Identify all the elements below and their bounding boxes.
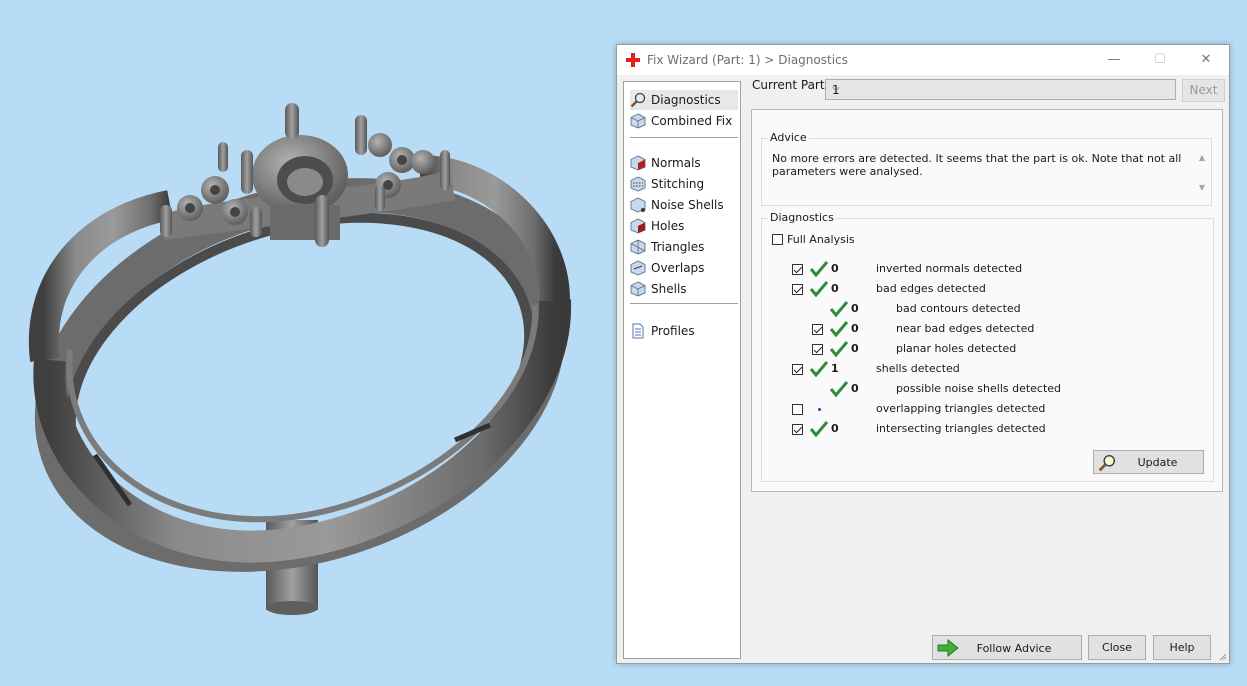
near-bad-edges-checkbox[interactable] xyxy=(812,324,823,335)
nav-item-label: Noise Shells xyxy=(651,198,724,212)
advice-text: No more errors are detected. It seems th… xyxy=(772,152,1182,178)
nav-item-profiles[interactable]: Profiles xyxy=(630,321,738,341)
nav-divider xyxy=(630,137,738,138)
app-cross-icon xyxy=(626,53,640,67)
update-button[interactable]: Update xyxy=(1093,450,1204,474)
inverted-normals-checkbox[interactable] xyxy=(792,264,803,275)
update-label: Update xyxy=(1137,456,1178,469)
row-count: 0 xyxy=(851,342,859,355)
close-button[interactable]: Close xyxy=(1088,635,1146,660)
current-part-select[interactable]: 1 ⌵ xyxy=(825,79,1176,100)
row-label: bad contours detected xyxy=(896,302,1021,315)
nav-item-triangles[interactable]: Triangles xyxy=(630,237,738,257)
dialog-title: Fix Wizard (Part: 1) > Diagnostics xyxy=(647,53,848,67)
row-count: 0 xyxy=(851,302,859,315)
follow-advice-button[interactable]: Follow Advice xyxy=(932,635,1082,660)
magnifier-icon xyxy=(630,92,646,108)
intersecting-triangles-checkbox[interactable] xyxy=(792,424,803,435)
advice-group: Advice No more errors are detected. It s… xyxy=(761,131,1212,206)
row-label: near bad edges detected xyxy=(896,322,1035,335)
title-bar[interactable]: Fix Wizard (Part: 1) > Diagnostics — ☐ ✕ xyxy=(617,45,1229,75)
nav-item-label: Overlaps xyxy=(651,261,705,275)
shells-checkbox[interactable] xyxy=(792,364,803,375)
row-label: possible noise shells detected xyxy=(896,382,1062,395)
nav-item-label: Normals xyxy=(651,156,701,170)
maximize-button[interactable]: ☐ xyxy=(1137,45,1183,75)
stitching-cube-icon xyxy=(630,176,646,192)
row-count: 0 xyxy=(831,282,839,295)
nav-item-normals[interactable]: Normals xyxy=(630,153,738,173)
scroll-down-icon[interactable]: ▼ xyxy=(1199,183,1205,192)
ok-check-icon xyxy=(830,301,848,317)
not-analysed-dot-icon xyxy=(818,408,821,411)
row-label: overlapping triangles detected xyxy=(876,402,1046,415)
row-label: shells detected xyxy=(876,362,960,375)
row-count: 1 xyxy=(831,362,839,375)
full-analysis-label: Full Analysis xyxy=(787,233,855,246)
ok-check-icon xyxy=(810,261,828,277)
current-part-label: Current Part: xyxy=(752,78,829,92)
full-analysis-checkbox[interactable] xyxy=(772,234,783,245)
nav-item-shells[interactable]: Shells xyxy=(630,279,738,299)
next-button[interactable]: Next xyxy=(1182,79,1225,102)
fix-wizard-dialog: Fix Wizard (Part: 1) > Diagnostics — ☐ ✕… xyxy=(616,44,1230,664)
scroll-up-icon[interactable]: ▲ xyxy=(1199,153,1205,162)
wizard-nav: Diagnostics Combined Fix Normals Stitchi… xyxy=(623,81,741,659)
planar-holes-checkbox[interactable] xyxy=(812,344,823,355)
diagnostics-group-title: Diagnostics xyxy=(768,211,836,224)
3d-viewport[interactable] xyxy=(0,0,610,683)
help-button[interactable]: Help xyxy=(1153,635,1211,660)
row-count: 0 xyxy=(851,382,859,395)
ok-check-icon xyxy=(830,341,848,357)
nav-divider xyxy=(630,303,738,304)
bad-edges-checkbox[interactable] xyxy=(792,284,803,295)
holes-cube-icon xyxy=(630,218,646,234)
nav-item-label: Stitching xyxy=(651,177,705,191)
follow-advice-label: Follow Advice xyxy=(976,642,1052,655)
nav-item-combined-fix[interactable]: Combined Fix xyxy=(630,111,738,131)
triangles-cube-icon xyxy=(630,239,646,255)
row-label: intersecting triangles detected xyxy=(876,422,1046,435)
ok-check-icon xyxy=(830,381,848,397)
advice-group-title: Advice xyxy=(768,131,809,144)
nav-item-label: Combined Fix xyxy=(651,114,733,128)
ok-check-icon xyxy=(810,281,828,297)
nav-item-label: Diagnostics xyxy=(651,93,721,107)
nav-item-label: Shells xyxy=(651,282,687,296)
row-label: bad edges detected xyxy=(876,282,986,295)
cube-icon xyxy=(630,113,646,129)
overlaps-cube-icon xyxy=(630,260,646,276)
normals-cube-icon xyxy=(630,155,646,171)
nav-item-holes[interactable]: Holes xyxy=(630,216,738,236)
row-label: inverted normals detected xyxy=(876,262,1023,275)
row-count: 0 xyxy=(851,322,859,335)
chevron-down-icon: ⌵ xyxy=(832,83,840,94)
nav-item-stitching[interactable]: Stitching xyxy=(630,174,738,194)
nav-item-label: Holes xyxy=(651,219,685,233)
shells-cube-icon xyxy=(630,281,646,297)
row-count: 0 xyxy=(831,422,839,435)
diagnostics-group: Diagnostics Full Analysis 0 inverted nor… xyxy=(761,211,1214,482)
ok-check-icon xyxy=(810,421,828,437)
nav-item-overlaps[interactable]: Overlaps xyxy=(630,258,738,278)
nav-item-label: Profiles xyxy=(651,324,695,338)
diagnostics-panel: Advice No more errors are detected. It s… xyxy=(751,109,1223,492)
ok-check-icon xyxy=(810,361,828,377)
ring-model xyxy=(28,103,572,615)
minimize-button[interactable]: — xyxy=(1091,45,1137,75)
resize-grip-icon[interactable] xyxy=(1217,651,1227,661)
nav-item-label: Triangles xyxy=(651,240,705,254)
row-label: planar holes detected xyxy=(896,342,1017,355)
nav-item-diagnostics[interactable]: Diagnostics xyxy=(630,90,738,110)
ok-check-icon xyxy=(830,321,848,337)
close-window-button[interactable]: ✕ xyxy=(1183,45,1229,75)
document-icon xyxy=(632,323,644,339)
row-count: 0 xyxy=(831,262,839,275)
nav-item-noise-shells[interactable]: Noise Shells xyxy=(630,195,738,215)
noise-shells-cube-icon xyxy=(630,197,646,213)
overlapping-triangles-checkbox[interactable] xyxy=(792,404,803,415)
